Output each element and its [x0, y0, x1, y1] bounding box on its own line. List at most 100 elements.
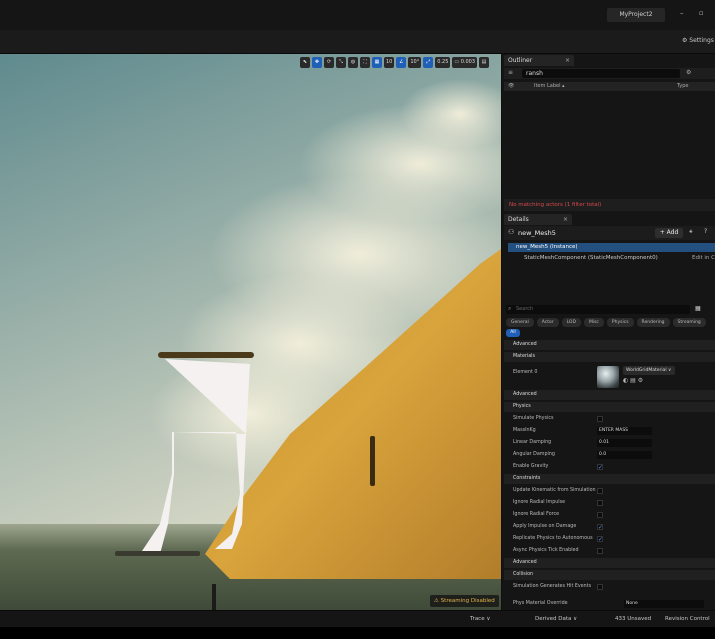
phys-material-dropdown[interactable]: None	[624, 600, 704, 608]
post	[212, 584, 216, 610]
trace-button[interactable]: Trace ∨	[470, 611, 490, 627]
viewport-tool-button[interactable]: ◍	[348, 57, 358, 68]
checkbox[interactable]	[597, 548, 603, 554]
section-collision[interactable]: Collision	[504, 570, 715, 580]
prop-row: Ignore Radial Force	[504, 509, 715, 521]
eye-icon[interactable]: 👁	[508, 82, 514, 91]
prop-row: MassInKg ENTER MASS	[504, 425, 715, 437]
filter-rendering[interactable]: Rendering	[636, 318, 670, 327]
checkbox[interactable]	[597, 584, 603, 590]
tab-outliner[interactable]: Outliner ×	[504, 55, 574, 66]
viewport-tool-button[interactable]: ∠	[396, 57, 407, 68]
col-type[interactable]: Type	[677, 82, 688, 91]
material-actions[interactable]: ◐ ▤ ⚙	[623, 377, 643, 384]
section-advanced-materials[interactable]: Advanced	[504, 390, 715, 400]
prop-row: Angular Damping 0.0	[504, 449, 715, 461]
close-icon[interactable]: ×	[563, 214, 568, 225]
scene-render	[0, 54, 501, 610]
component-instance-row[interactable]: new_Mesh5 (Instance)	[508, 243, 715, 252]
status-bar: Trace ∨ Derived Data ∨ 433 Unsaved Revis…	[0, 610, 715, 627]
prop-row: Linear Damping 0.01	[504, 437, 715, 449]
grid-icon[interactable]: ▦	[695, 305, 701, 312]
tab-details[interactable]: Details ×	[504, 214, 572, 225]
minimize-button[interactable]: –	[680, 9, 684, 17]
filter-actor[interactable]: Actor	[536, 318, 559, 327]
viewport-tool-button[interactable]: ⬉	[300, 57, 310, 68]
top-rod	[158, 352, 254, 358]
prop-row: Phys Material Override None	[504, 598, 715, 610]
viewport-toolbar: ⬉ ✥ ⟳ ⤡ ◍ ⛶ ▦ 10 ∠ 10° ⤢ 0.25 ▭ 0.003 ▤	[300, 57, 490, 68]
viewport-tool-button[interactable]: ▤	[479, 57, 490, 68]
filter-all[interactable]: All	[506, 329, 520, 337]
section-constraints[interactable]: Constraints	[504, 474, 715, 484]
cliff-slot	[370, 436, 375, 486]
section-advanced[interactable]: Advanced	[504, 340, 715, 350]
prop-row: Update Kinematic from Simulation	[504, 485, 715, 497]
section-advanced-physics[interactable]: Advanced	[504, 558, 715, 568]
value-field[interactable]: 0.01	[597, 439, 652, 447]
filter-physics[interactable]: Physics	[606, 318, 634, 327]
filter-general[interactable]: General	[506, 318, 534, 327]
outliner-header: 👁 Item Label ▴ Type	[504, 82, 715, 91]
actor-name[interactable]: new_Mesh5	[518, 228, 556, 238]
viewport-tool-button[interactable]: 0.25	[435, 57, 451, 68]
value-field[interactable]: ENTER MASS	[597, 427, 652, 435]
search-icon: ⌕	[508, 305, 512, 312]
blueprint-icon[interactable]: ⚹	[689, 228, 693, 236]
prop-row: Simulate Physics	[504, 413, 715, 425]
outliner-search-row: ≡ ransh ⚙	[504, 68, 715, 79]
checkbox[interactable]	[597, 416, 603, 422]
filter-icon[interactable]: ≡	[508, 69, 513, 76]
maximize-button[interactable]: ▫	[699, 9, 704, 17]
viewport-tool-button[interactable]: ⟳	[324, 57, 334, 68]
viewport-tool-button[interactable]: ⤢	[423, 57, 434, 68]
prop-row: Async Physics Tick Enabled	[504, 545, 715, 557]
prop-row: Replicate Physics to Autonomous	[504, 533, 715, 546]
project-name-tab[interactable]: MyProject2	[607, 8, 665, 22]
checkbox[interactable]	[597, 488, 603, 494]
checkbox[interactable]	[597, 462, 603, 474]
details-search-input[interactable]: ⌕ Search	[506, 305, 690, 314]
prop-row: Enable Gravity	[504, 461, 715, 474]
value-field[interactable]: 0.0	[597, 451, 652, 459]
options-icon[interactable]: ⚙	[638, 377, 643, 384]
material-dropdown[interactable]: WorldGridMaterial ∨	[623, 366, 675, 375]
settings-button[interactable]: ⚙ Settings	[682, 37, 714, 44]
add-component-button[interactable]: + Add	[655, 228, 683, 238]
edit-in-cpp-link[interactable]: Edit in C	[692, 254, 715, 263]
streaming-disabled-badge[interactable]: ⚠ Streaming Disabled	[430, 595, 499, 607]
viewport-tool-button[interactable]: 10	[384, 57, 395, 68]
section-materials[interactable]: Materials	[504, 352, 715, 362]
checkbox[interactable]	[597, 500, 603, 506]
prop-row: Simulation Generates Hit Events	[504, 581, 715, 593]
settings-icon[interactable]: ⚙	[686, 69, 691, 76]
filter-streaming[interactable]: Streaming	[672, 318, 706, 327]
filter-lod[interactable]: LOD	[561, 318, 581, 327]
viewport-tool-button[interactable]: ⛶	[360, 57, 370, 68]
side-panels: Outliner × ≡ ransh ⚙ 👁 Item Label ▴ Type…	[502, 54, 715, 610]
viewport-tool-button[interactable]: ▦	[372, 57, 382, 68]
checkbox[interactable]	[597, 534, 603, 546]
revision-control-button[interactable]: Revision Control	[665, 611, 710, 627]
checkbox[interactable]	[597, 522, 603, 534]
derived-data-button[interactable]: Derived Data ∨	[535, 611, 577, 627]
unsaved-button[interactable]: 433 Unsaved	[615, 611, 651, 627]
close-icon[interactable]: ×	[565, 55, 570, 66]
component-mesh-row[interactable]: StaticMeshComponent (StaticMeshComponent…	[508, 254, 715, 263]
viewport-tool-button[interactable]: ✥	[312, 57, 322, 68]
checkbox[interactable]	[597, 512, 603, 518]
viewport-tool-button[interactable]: ▭ 0.003	[452, 57, 478, 68]
material-thumbnail[interactable]	[597, 366, 619, 388]
section-physics[interactable]: Physics	[504, 402, 715, 412]
details-filter-row: General Actor LOD Misc Physics Rendering Strea…	[506, 318, 715, 327]
outliner-search-input[interactable]: ransh	[522, 69, 680, 78]
viewport-tool-button[interactable]: ⤡	[336, 57, 346, 68]
filter-misc[interactable]: Misc	[583, 318, 604, 327]
browse-icon[interactable]: ▤	[630, 377, 636, 384]
prop-row: Apply Impulse on Damage	[504, 521, 715, 534]
col-item-label[interactable]: Item Label ▴	[534, 82, 565, 91]
use-selected-icon[interactable]: ◐	[623, 377, 628, 384]
help-icon[interactable]: ?	[704, 228, 707, 235]
viewport-tool-button[interactable]: 10°	[408, 57, 422, 68]
level-viewport[interactable]: ⬉ ✥ ⟳ ⤡ ◍ ⛶ ▦ 10 ∠ 10° ⤢ 0.25 ▭ 0.003 ▤ ⚠ Streaming D…	[0, 54, 501, 610]
